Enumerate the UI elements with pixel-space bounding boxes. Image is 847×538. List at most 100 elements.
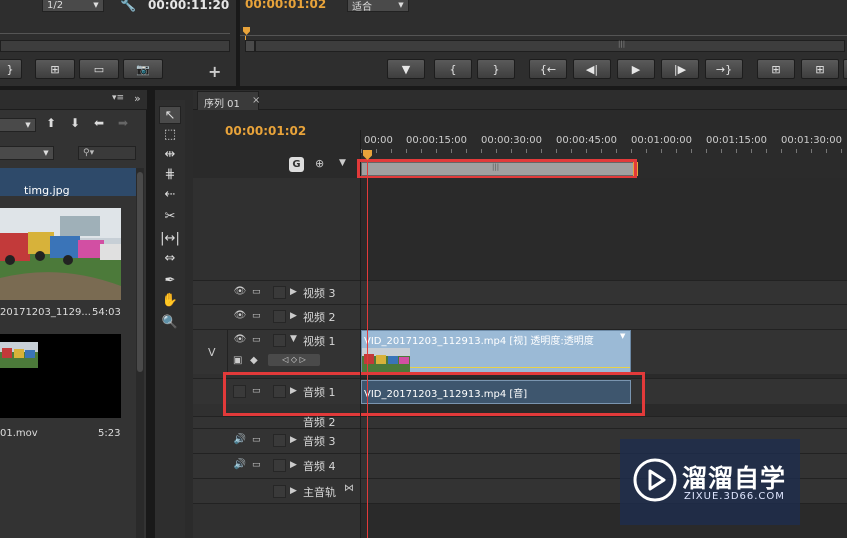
up-arrow-icon[interactable]: ⬆	[46, 116, 56, 130]
plus-icon[interactable]: +	[208, 62, 221, 81]
clip-thumbnail	[362, 348, 410, 373]
watermark-logo-icon	[633, 458, 677, 502]
expand-icon[interactable]: ▶	[290, 311, 297, 321]
expand-icon[interactable]: ▶	[290, 460, 297, 470]
selection-tool-icon[interactable]: ↖	[159, 106, 181, 124]
expand-icon[interactable]: ▶	[290, 287, 297, 297]
film-icon[interactable]: ▭	[252, 311, 266, 323]
zoom-tool-icon[interactable]: 🔍	[159, 314, 181, 332]
lock-toggle[interactable]	[273, 485, 286, 498]
overlay-button[interactable]: ▭	[79, 59, 119, 79]
chevron-down-icon: ▼	[398, 1, 404, 9]
go-to-in-button[interactable]: {←	[529, 59, 567, 79]
set-encore-marker-icon[interactable]: ⊕	[315, 157, 324, 170]
down-arrow-icon[interactable]: ⬇	[70, 116, 80, 130]
search-input[interactable]: ⚲▾	[78, 146, 136, 160]
lock-toggle[interactable]	[273, 459, 286, 472]
zoom-value: 1/2	[47, 0, 64, 11]
right-arrow-icon[interactable]: ➡	[118, 116, 128, 130]
ruler-label: 00:01:00:00	[631, 135, 693, 146]
clip-thumbnail[interactable]	[0, 334, 121, 418]
eye-icon[interactable]: 👁	[233, 310, 247, 322]
lift-button[interactable]: ⊞	[757, 59, 795, 79]
fit-value: 适合	[352, 1, 372, 13]
scroll-grip-icon: |||	[618, 40, 626, 48]
source-scrub-bar[interactable]	[0, 40, 230, 52]
zoom-select[interactable]: 1/2 ▼	[42, 0, 104, 12]
watermark: 溜溜自学 ZIXUE.3D66.COM	[620, 439, 800, 525]
time-ruler[interactable]: 00:00 00:00:15:00 00:00:30:00 00:00:45:0…	[357, 130, 847, 179]
panel-expand-icon[interactable]: »	[134, 92, 141, 105]
close-icon[interactable]: ×	[252, 95, 260, 106]
pen-tool-icon[interactable]: ✒	[159, 272, 181, 290]
fit-select[interactable]: 适合 ▼	[347, 0, 409, 13]
speaker-icon[interactable]: 🔊	[233, 434, 247, 446]
rolling-edit-tool-icon[interactable]: ⋕	[159, 166, 181, 184]
eye-icon[interactable]: 👁	[233, 334, 247, 346]
wrench-icon[interactable]: 🔧	[120, 0, 136, 13]
view-select[interactable]: ▼	[0, 146, 54, 160]
chevron-down-icon[interactable]: ▼	[620, 332, 625, 340]
program-scrub-bar[interactable]: |||	[255, 40, 845, 52]
film-icon[interactable]: ▭	[252, 335, 266, 347]
item2-name: 20171203_1129...	[0, 307, 91, 318]
tab-sequence[interactable]: 序列 01 ×	[197, 91, 260, 110]
lock-toggle[interactable]	[273, 434, 286, 447]
insert-next-button[interactable]: }	[0, 59, 22, 79]
snap-icon[interactable]: G	[289, 157, 304, 172]
scrollbar-thumb[interactable]	[137, 172, 143, 372]
eye-icon[interactable]: 👁	[233, 286, 247, 298]
ruler-label: 00:01:30:00	[781, 135, 843, 146]
add-marker-button[interactable]: ▼	[387, 59, 425, 79]
step-forward-button[interactable]: |▶	[661, 59, 699, 79]
selected-item-bar[interactable]: timg.jpg	[0, 168, 137, 197]
panel-menu-icon[interactable]: ▾≡	[112, 93, 124, 103]
lock-toggle[interactable]	[273, 310, 286, 323]
lock-toggle[interactable]	[273, 286, 286, 299]
left-arrow-icon[interactable]: ⬅	[94, 116, 104, 130]
go-to-out-button[interactable]: →}	[705, 59, 743, 79]
expand-icon[interactable]: ▶	[290, 486, 297, 496]
monitor-divider	[236, 0, 240, 90]
ripple-edit-tool-icon[interactable]: ⇹	[159, 146, 181, 164]
volume-bowtie-icon[interactable]: ⋈	[344, 483, 354, 494]
ruler-label: 00:01:15:00	[706, 135, 768, 146]
film-icon[interactable]: ▭	[252, 435, 266, 447]
export-frame-button[interactable]: 📷	[123, 59, 163, 79]
razor-tool-icon[interactable]: ✂	[159, 208, 181, 226]
playhead-line	[367, 160, 368, 538]
film-icon[interactable]: ▭	[252, 287, 266, 299]
hand-tool-icon[interactable]: ✋	[159, 292, 181, 310]
speaker-icon[interactable]: 🔊	[233, 459, 247, 471]
display-style-icon[interactable]: ▣	[233, 355, 242, 366]
insert-button[interactable]: ⊞	[35, 59, 75, 79]
highlight-box	[223, 372, 645, 416]
export-button[interactable]	[843, 59, 847, 79]
expand-icon[interactable]: ▶	[290, 435, 297, 445]
play-button[interactable]: ▶	[617, 59, 655, 79]
mark-out-button[interactable]: }	[477, 59, 515, 79]
extract-button[interactable]: ⊞	[801, 59, 839, 79]
collapse-icon[interactable]: ▼	[290, 334, 297, 344]
rate-stretch-tool-icon[interactable]: ⇠	[159, 186, 181, 204]
keyframe-icon[interactable]: ◆	[250, 355, 258, 366]
film-icon[interactable]: ▭	[252, 460, 266, 472]
add-marker-icon[interactable]: ▼	[339, 158, 346, 168]
step-back-button[interactable]: ◀|	[573, 59, 611, 79]
track-video-3: 👁 ▭ ▶ 视频 3	[193, 280, 847, 304]
clip-thumbnail[interactable]	[0, 208, 121, 300]
project-scrollbar[interactable]	[136, 168, 144, 538]
tools-panel: ↖ ⬚ ⇹ ⋕ ⇠ ✂ |↔| ⇔ ✒ ✋ 🔍	[155, 100, 185, 538]
sort-select[interactable]: ▼	[0, 118, 36, 132]
track-video-2: 👁 ▭ ▶ 视频 2	[193, 304, 847, 329]
opacity-line[interactable]	[410, 367, 630, 368]
keyframe-nav[interactable]: ◁ ◇ ▷	[268, 354, 320, 366]
scrub-start-handle[interactable]	[245, 40, 255, 52]
lock-toggle[interactable]	[273, 334, 286, 347]
sequence-timecode: 00:00:01:02	[225, 124, 307, 138]
slide-tool-icon[interactable]: ⇔	[159, 250, 181, 268]
video-clip[interactable]: VID_20171203_112913.mp4 [视] 透明度:透明度 ▼	[361, 330, 631, 374]
track-select-tool-icon[interactable]: ⬚	[159, 126, 181, 144]
mark-in-button[interactable]: {	[434, 59, 472, 79]
slip-tool-icon[interactable]: |↔|	[159, 230, 181, 248]
